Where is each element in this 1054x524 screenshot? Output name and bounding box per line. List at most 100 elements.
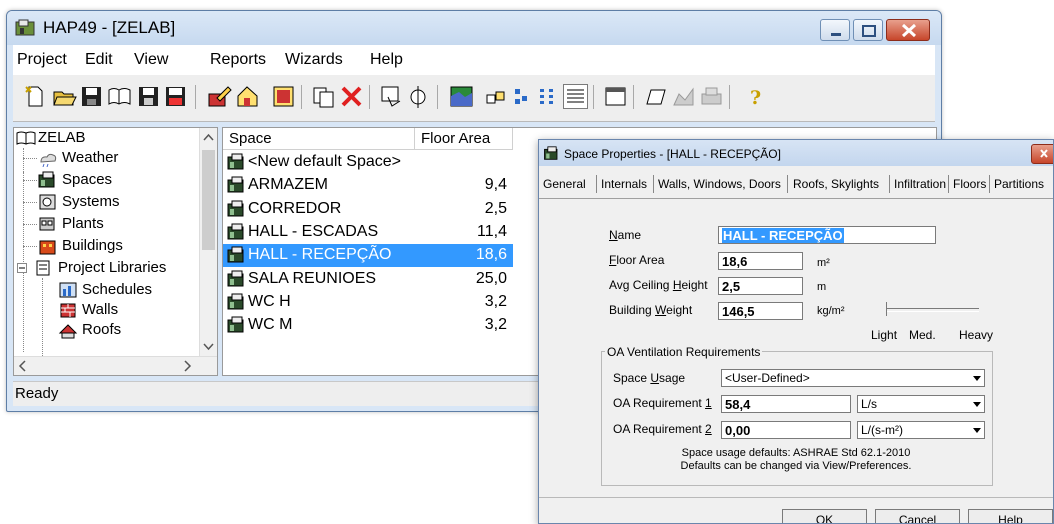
dropdown-arrow-icon — [973, 402, 981, 407]
collapse-icon[interactable] — [17, 263, 28, 274]
ceiling-height-unit: m — [817, 281, 827, 293]
column-header-floor-area[interactable]: Floor Area — [415, 128, 513, 150]
library-icon — [36, 260, 50, 276]
save-icon[interactable] — [79, 84, 104, 109]
list-item[interactable]: <New default Space> — [223, 151, 513, 174]
close-button[interactable] — [886, 19, 930, 41]
space-usage-label: Space Usage — [613, 371, 686, 385]
building-house-icon[interactable] — [235, 84, 260, 109]
toolbar-separator — [633, 85, 634, 109]
oa-requirement-1-unit-select[interactable]: L/s — [857, 395, 985, 413]
list-item[interactable]: WC M 3,2 — [223, 314, 513, 337]
scroll-up-icon[interactable] — [200, 128, 217, 146]
toolbar-separator — [593, 85, 594, 109]
space-icon — [227, 200, 244, 217]
menu-edit[interactable]: Edit — [85, 51, 113, 69]
floor-area-value: 3,2 — [484, 292, 507, 310]
tab-partitions[interactable]: Partitions — [994, 177, 1044, 191]
tab-roofs-skylights[interactable]: Roofs, Skylights — [793, 177, 879, 191]
calculate-icon[interactable] — [271, 84, 296, 109]
save-as-icon[interactable] — [136, 84, 161, 109]
space-name: SALA REUNIOES — [248, 269, 377, 287]
compass-icon[interactable] — [406, 84, 431, 109]
slider-label-med: Med. — [909, 328, 936, 342]
tree-vertical-scrollbar[interactable] — [199, 128, 217, 356]
floor-area-unit: m² — [817, 257, 830, 269]
column-header-space[interactable]: Space — [223, 128, 415, 150]
details-view-icon[interactable] — [563, 84, 588, 109]
menu-reports[interactable]: Reports — [210, 51, 266, 69]
space-icon — [227, 316, 244, 333]
report-edit-icon[interactable] — [643, 84, 668, 109]
large-icons-view-icon[interactable] — [483, 84, 508, 109]
print-report-icon[interactable] — [699, 84, 724, 109]
list-item[interactable]: HALL - ESCADAS 11,4 — [223, 221, 513, 244]
list-item[interactable]: WC H 3,2 — [223, 291, 513, 314]
project-tree[interactable]: ZELAB Weather Spaces Systems Plants Buil… — [13, 127, 218, 376]
floor-area-value: 2,5 — [484, 199, 507, 217]
properties-icon[interactable] — [379, 84, 404, 109]
oa-requirement-1-input[interactable]: 58,4 — [721, 395, 851, 413]
weight-slider-thumb[interactable] — [886, 302, 895, 316]
report-view-icon[interactable] — [603, 84, 628, 109]
scroll-left-icon[interactable] — [14, 357, 32, 375]
maximize-button[interactable] — [853, 19, 883, 41]
dialog-tabs: General Internals Walls, Windows, Doors … — [539, 173, 1053, 197]
tab-internals[interactable]: Internals — [601, 177, 647, 191]
schedules-icon — [59, 282, 77, 298]
weight-slider-track[interactable] — [886, 308, 979, 312]
oa-requirement-2-unit-select[interactable]: L/(s-m²) — [857, 421, 985, 439]
list-item[interactable]: CORREDOR 2,5 — [223, 198, 513, 221]
menu-project[interactable]: Project — [17, 51, 67, 69]
dialog-close-button[interactable] — [1031, 144, 1053, 164]
space-name: HALL - ESCADAS — [248, 222, 379, 240]
help-icon[interactable]: ? — [743, 84, 768, 109]
chart-icon[interactable] — [671, 84, 696, 109]
menu-help[interactable]: Help — [370, 51, 403, 69]
library-book-icon[interactable] — [107, 84, 132, 109]
small-icons-view-icon[interactable] — [511, 84, 536, 109]
tab-general[interactable]: General — [543, 177, 586, 191]
floor-area-value: 3,2 — [484, 316, 507, 334]
dialog-title-bar: Space Properties - [HALL - RECEPÇÃO] — [539, 140, 1053, 166]
floor-area-input[interactable]: 18,6 — [718, 252, 803, 270]
building-weight-input[interactable]: 146,5 — [718, 302, 803, 320]
tab-infiltration[interactable]: Infiltration — [894, 177, 946, 191]
weather-map-icon[interactable] — [449, 84, 474, 109]
space-usage-select[interactable]: <User-Defined> — [721, 369, 985, 387]
edit-pencil-icon[interactable] — [207, 84, 232, 109]
scroll-right-icon[interactable] — [178, 357, 196, 375]
minimize-button[interactable] — [820, 19, 850, 41]
list-item[interactable]: SALA REUNIOES 25,0 — [223, 268, 513, 291]
space-name: WC H — [248, 292, 291, 310]
list-item[interactable]: HALL - RECEPÇÃO 18,6 — [223, 244, 513, 268]
toolbar-separator — [369, 85, 370, 109]
title-bar: HAP49 - [ZELAB] — [7, 11, 941, 45]
ceiling-height-input[interactable]: 2,5 — [718, 277, 803, 295]
delete-icon[interactable] — [339, 84, 364, 109]
tab-divider — [539, 198, 1053, 199]
scroll-down-icon[interactable] — [200, 338, 217, 356]
space-name: WC M — [248, 316, 293, 334]
roofs-icon — [58, 324, 78, 339]
oa-requirement-2-input[interactable]: 0,00 — [721, 421, 851, 439]
new-file-icon[interactable] — [23, 84, 48, 109]
list-view-icon[interactable] — [536, 84, 561, 109]
scrollbar-thumb[interactable] — [202, 150, 215, 250]
tab-walls-windows-doors[interactable]: Walls, Windows, Doors — [658, 177, 781, 191]
name-input[interactable]: HALL - RECEPÇÃO — [718, 226, 936, 244]
status-text: Ready — [15, 385, 59, 402]
open-folder-icon[interactable] — [52, 84, 77, 109]
tree-horizontal-scrollbar[interactable] — [14, 356, 217, 375]
oa-requirement-1-label: OA Requirement 1 — [613, 396, 712, 410]
list-item[interactable]: ARMAZEM 9,4 — [223, 174, 513, 197]
button-bar-divider — [539, 497, 1053, 498]
book-icon — [16, 131, 36, 145]
copy-icon[interactable] — [311, 84, 336, 109]
save-all-icon[interactable] — [163, 84, 188, 109]
menu-wizards[interactable]: Wizards — [285, 51, 343, 69]
building-weight-label: Building Weight — [609, 303, 693, 317]
defaults-preferences-note: Defaults can be changed via View/Prefere… — [680, 460, 912, 472]
menu-view[interactable]: View — [134, 51, 168, 69]
tab-floors[interactable]: Floors — [953, 177, 986, 191]
